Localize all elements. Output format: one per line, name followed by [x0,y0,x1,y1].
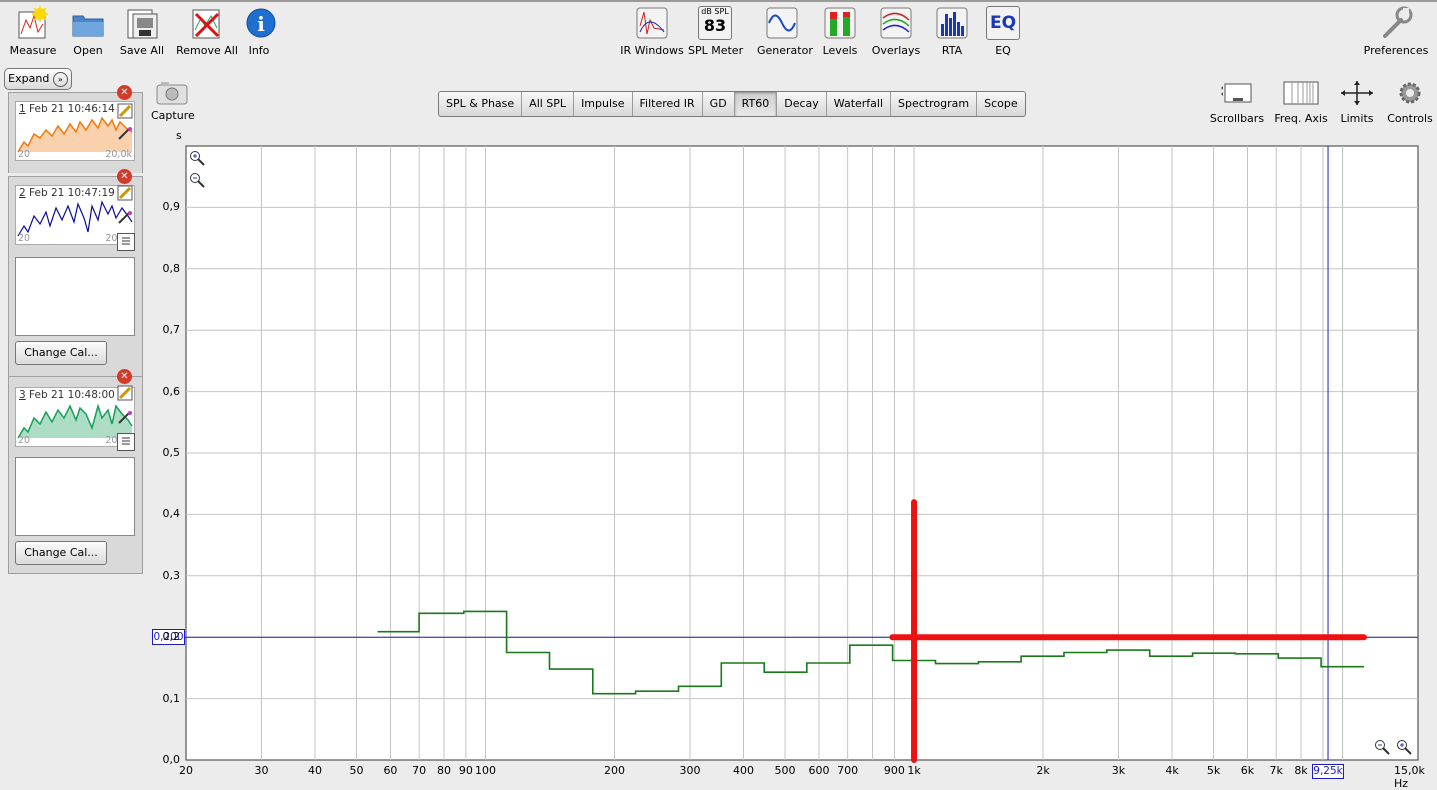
x-tick-label: 40 [307,764,322,777]
y-tick-label: 0,6 [162,384,181,398]
x-tick-label: 60 [383,764,398,777]
x-tick-label: 4k [1165,764,1179,777]
x-tick-label: 100 [475,764,497,777]
x-tick-label: 3k [1111,764,1126,777]
x-tick-label: 300 [679,764,701,777]
x-tick-label: 20 [179,764,193,777]
x-tick-label: 400 [733,764,754,777]
x-tick-label: 900 [883,764,905,777]
x-tick-label: 700 [837,764,859,777]
y-tick-label: 0,0 [162,753,181,766]
x-tick-label: 50 [349,764,364,777]
x-tick-label: 80 [436,764,451,777]
y-tick-label: 0,4 [162,507,181,521]
x-tick-label: 7k [1269,764,1283,777]
x-tick-label: 70 [412,764,427,777]
y-tick-label: 0,5 [162,446,181,459]
x-tick-label: 600 [808,764,830,777]
y-tick-label: 0,3 [162,568,181,582]
rt60-graph[interactable] [0,0,1437,781]
y-tick-label: 0,7 [162,323,181,337]
x-tick-label: 90 [458,764,473,777]
y-tick-label: 0,9 [162,200,181,214]
zoom-out-x-icon[interactable] [1374,739,1390,755]
x-tick-label: 500 [774,764,796,777]
x-tick-label: 6k [1240,764,1255,777]
cursor-x-value: 9,25k [1312,764,1344,779]
y-tick-label: 0,1 [162,691,181,705]
zoom-in-icon[interactable] [189,150,205,166]
x-axis-end-label: 15,0k Hz [1394,764,1425,790]
y-tick-label: 0,2 [162,630,181,644]
y-tick-label: 0,8 [162,261,181,275]
zoom-out-icon[interactable] [189,172,205,188]
x-tick-label: 200 [604,764,625,777]
x-tick-label: 1k [907,764,921,777]
x-tick-label: 2k [1036,764,1050,777]
x-tick-label: 8k [1294,764,1308,777]
zoom-in-x-icon[interactable] [1396,739,1412,755]
x-tick-label: 5k [1206,764,1221,777]
x-tick-label: 30 [254,764,269,777]
